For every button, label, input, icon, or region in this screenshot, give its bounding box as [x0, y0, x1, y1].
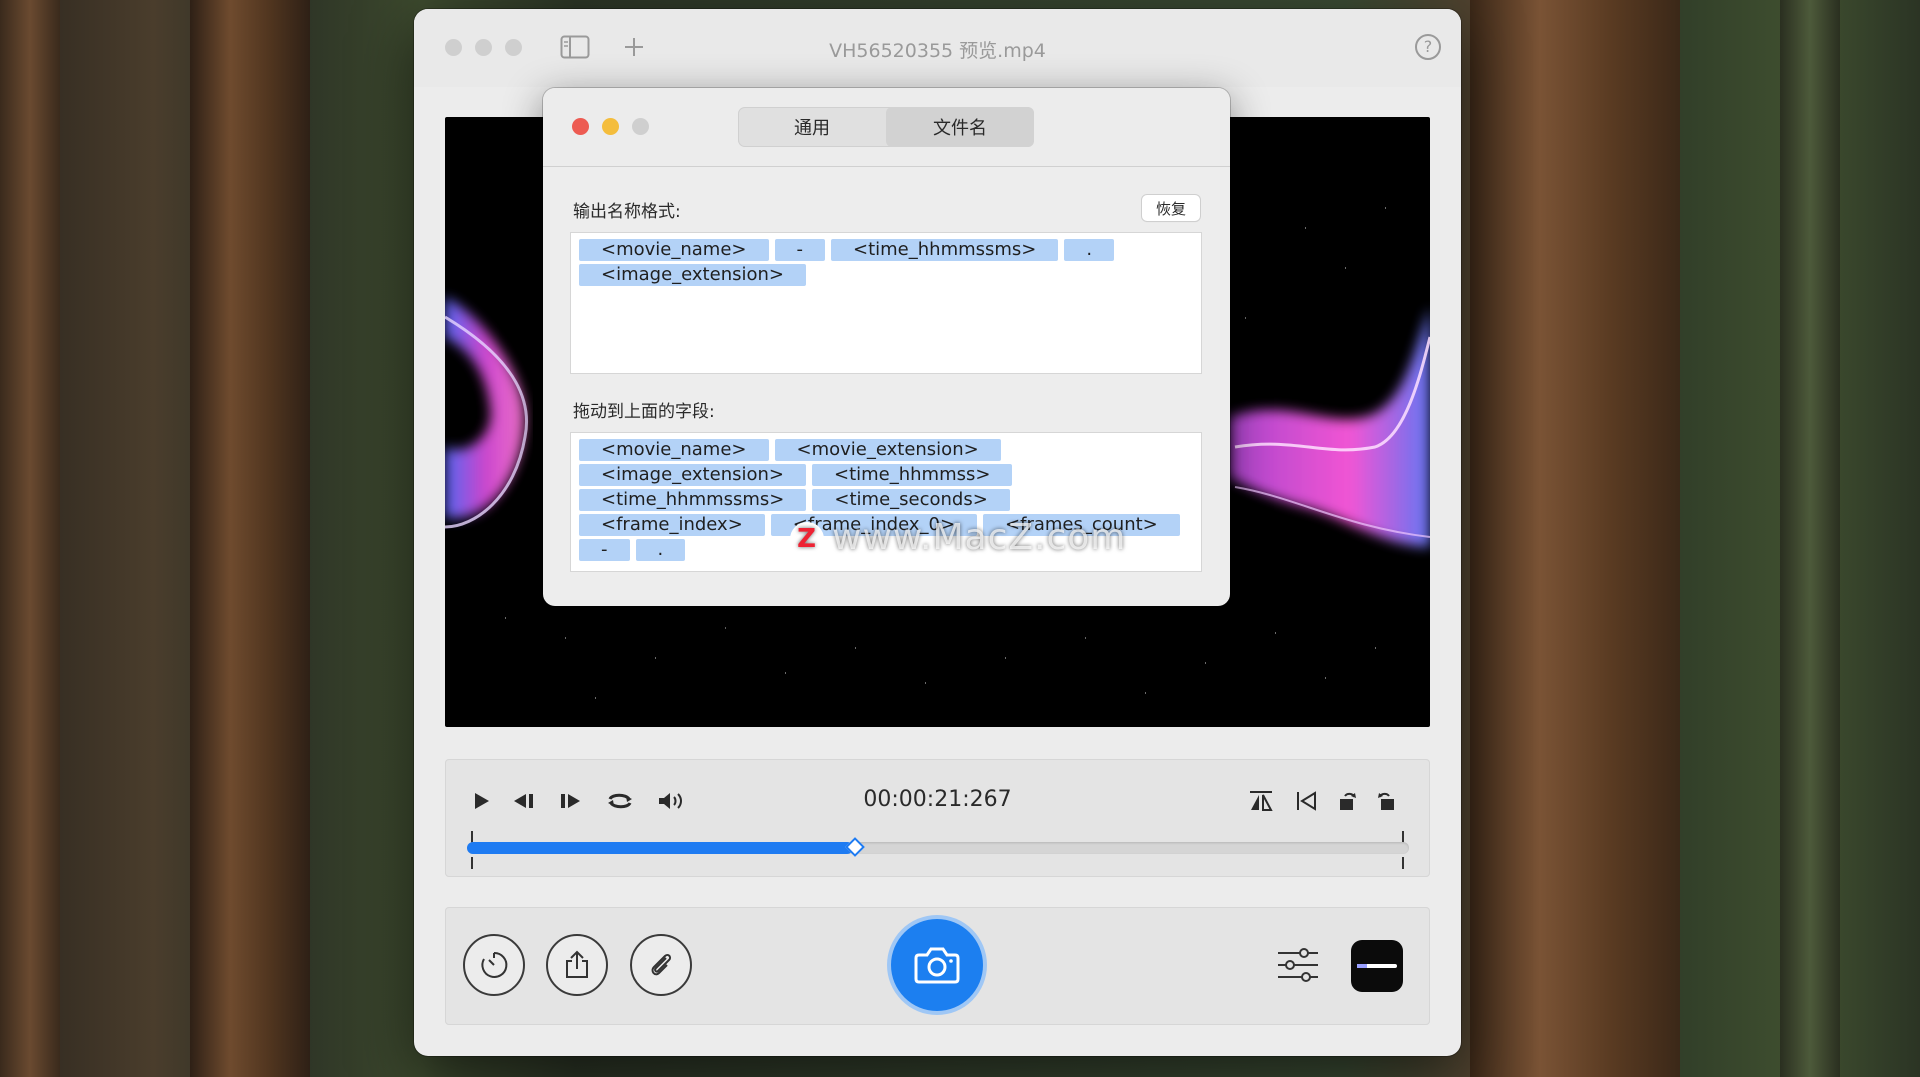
background-tree — [190, 0, 310, 1077]
action-bar — [445, 907, 1430, 1025]
token-chip[interactable]: <movie_name> — [579, 439, 769, 461]
title-bar: VH56520355 预览.mp4 ? — [414, 9, 1461, 87]
attachment-icon[interactable] — [630, 934, 692, 996]
token-chip[interactable]: <time_hhmmssms> — [579, 489, 807, 511]
timeline-progress — [467, 842, 854, 854]
playhead-handle[interactable] — [845, 837, 866, 857]
token-chip[interactable]: <image_extension> — [579, 264, 806, 286]
token-chip[interactable]: . — [635, 539, 686, 561]
rotate-right-icon[interactable] — [1373, 785, 1399, 817]
output-format-label: 输出名称格式: — [573, 202, 681, 222]
camera-icon — [914, 947, 960, 984]
app-icon[interactable] — [1351, 940, 1403, 992]
token-chip[interactable]: <time_hhmmss> — [811, 464, 1013, 486]
preferences-tabs: 通用 文件名 — [738, 107, 1034, 147]
output-format-field[interactable]: <movie_name> - <time_hhmmssms> . <image_exte… — [571, 233, 1201, 373]
token-chip[interactable]: - — [774, 239, 825, 261]
help-icon[interactable]: ? — [1415, 34, 1441, 60]
capture-button[interactable] — [891, 919, 983, 1011]
token-chip[interactable]: . — [1064, 239, 1115, 261]
token-chip[interactable]: <image_extension> — [579, 464, 806, 486]
preferences-close-button[interactable] — [572, 118, 589, 135]
preferences-zoom-button — [632, 118, 649, 135]
rotate-left-icon[interactable] — [1335, 785, 1361, 817]
watermark-badge: Z — [790, 522, 824, 556]
token-chip[interactable]: <frame_index> — [579, 514, 765, 536]
token-chip[interactable]: <movie_extension> — [774, 439, 1001, 461]
preferences-minimize-button[interactable] — [602, 118, 619, 135]
background-tree — [0, 0, 60, 1077]
window-title: VH56520355 预览.mp4 — [829, 40, 1046, 62]
watermark: Zwww.MacZ.com — [790, 517, 1126, 558]
tick-mark — [471, 857, 473, 869]
token-chip[interactable]: <movie_name> — [579, 239, 769, 261]
token-chip[interactable]: <time_seconds> — [812, 489, 1010, 511]
flip-icon[interactable] — [1247, 785, 1275, 817]
preferences-header: 通用 文件名 — [543, 88, 1230, 167]
background-tree — [1780, 0, 1840, 1077]
fields-label: 拖动到上面的字段: — [573, 402, 715, 422]
tick-mark — [1402, 857, 1404, 869]
tab-filename[interactable]: 文件名 — [886, 107, 1034, 147]
go-to-start-icon[interactable] — [1293, 785, 1321, 817]
watermark-text: www.MacZ.com — [832, 517, 1127, 558]
token-chip[interactable]: - — [579, 539, 630, 561]
tab-general[interactable]: 通用 — [738, 107, 886, 147]
timeline-scrubber[interactable] — [467, 837, 1409, 857]
reset-button[interactable]: 恢复 — [1142, 195, 1200, 221]
background-tree — [1470, 0, 1680, 1077]
playback-controls: 00:00:21:267 — [445, 759, 1430, 877]
share-icon[interactable] — [546, 934, 608, 996]
token-chip[interactable]: <time_hhmmssms> — [831, 239, 1059, 261]
timer-icon[interactable] — [463, 934, 525, 996]
timecode: 00:00:21:267 — [863, 787, 1012, 812]
settings-sliders-icon[interactable] — [1276, 945, 1320, 985]
